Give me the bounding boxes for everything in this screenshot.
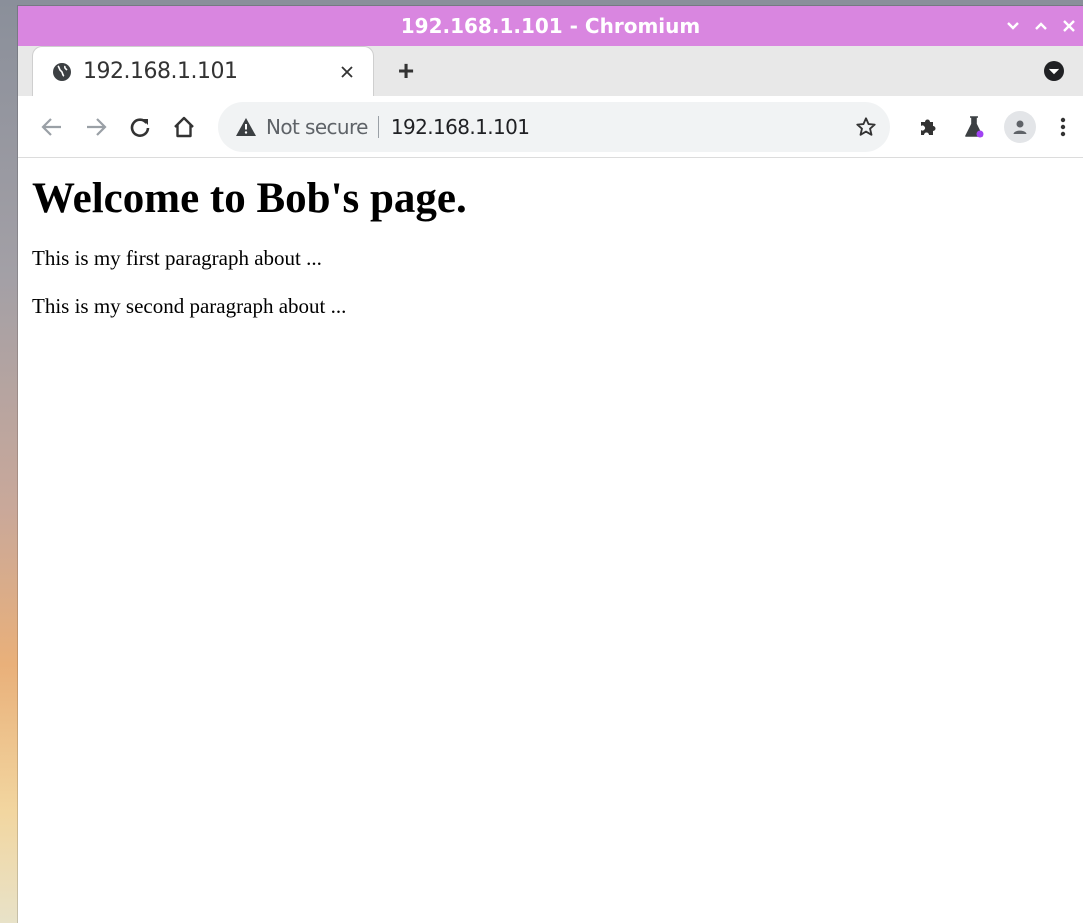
bookmark-star-button[interactable] bbox=[852, 113, 880, 141]
tab-strip: 192.168.1.101 + bbox=[18, 46, 1083, 96]
forward-arrow-icon bbox=[87, 117, 107, 136]
forward-button[interactable] bbox=[74, 105, 118, 149]
profile-button[interactable] bbox=[997, 105, 1043, 149]
extensions-button[interactable] bbox=[905, 105, 951, 149]
back-arrow-icon bbox=[41, 117, 61, 136]
security-chip-label[interactable]: Not secure bbox=[266, 115, 368, 139]
menu-button[interactable] bbox=[1043, 105, 1083, 149]
extension-toolbar bbox=[905, 96, 1083, 158]
second-paragraph: This is my second paragraph about ... bbox=[32, 294, 347, 318]
close-window-button[interactable] bbox=[1055, 6, 1083, 46]
back-button[interactable] bbox=[30, 105, 74, 149]
globe-icon bbox=[51, 61, 73, 83]
chevron-up-icon bbox=[1035, 22, 1047, 30]
window-controls bbox=[999, 6, 1083, 46]
close-icon bbox=[341, 65, 353, 78]
tab-search-button[interactable] bbox=[1041, 58, 1067, 84]
tab-search-icon bbox=[1044, 61, 1064, 81]
menu-icon bbox=[1060, 117, 1066, 137]
page-content: Welcome to Bob's page. This is my first … bbox=[18, 174, 1083, 320]
omnibox-separator bbox=[377, 115, 379, 138]
tab-close-button[interactable] bbox=[333, 58, 361, 86]
toolbar: Not secure 192.168.1.101 bbox=[18, 96, 1083, 158]
window-title: 192.168.1.101 - Chromium bbox=[400, 14, 701, 38]
tab-title: 192.168.1.101 bbox=[83, 59, 238, 84]
warning-icon[interactable] bbox=[234, 115, 258, 139]
reload-button[interactable] bbox=[118, 105, 162, 149]
new-tab-button[interactable]: + bbox=[390, 55, 422, 86]
avatar bbox=[1004, 111, 1036, 143]
tab-active[interactable]: 192.168.1.101 bbox=[32, 46, 374, 96]
title-bar[interactable]: 192.168.1.101 - Chromium bbox=[18, 6, 1083, 46]
url-text[interactable]: 192.168.1.101 bbox=[391, 115, 530, 139]
profile-icon bbox=[1013, 120, 1027, 134]
chevron-down-icon bbox=[1007, 22, 1019, 30]
first-paragraph: This is my first paragraph about ... bbox=[32, 246, 322, 270]
close-icon bbox=[1063, 20, 1075, 32]
address-bar[interactable]: Not secure 192.168.1.101 bbox=[218, 101, 890, 152]
minimize-button[interactable] bbox=[999, 6, 1027, 46]
maximize-button[interactable] bbox=[1027, 6, 1055, 46]
labs-icon bbox=[965, 116, 984, 138]
page-heading: Welcome to Bob's page. bbox=[32, 175, 467, 222]
home-button[interactable] bbox=[162, 105, 206, 149]
reload-icon bbox=[130, 117, 150, 137]
home-icon bbox=[174, 116, 194, 137]
star-icon bbox=[856, 116, 876, 136]
browser-window: 192.168.1.101 - Chromium 192.168.1.101 +… bbox=[18, 6, 1083, 923]
labs-button[interactable] bbox=[951, 105, 997, 149]
extensions-icon bbox=[921, 119, 936, 135]
